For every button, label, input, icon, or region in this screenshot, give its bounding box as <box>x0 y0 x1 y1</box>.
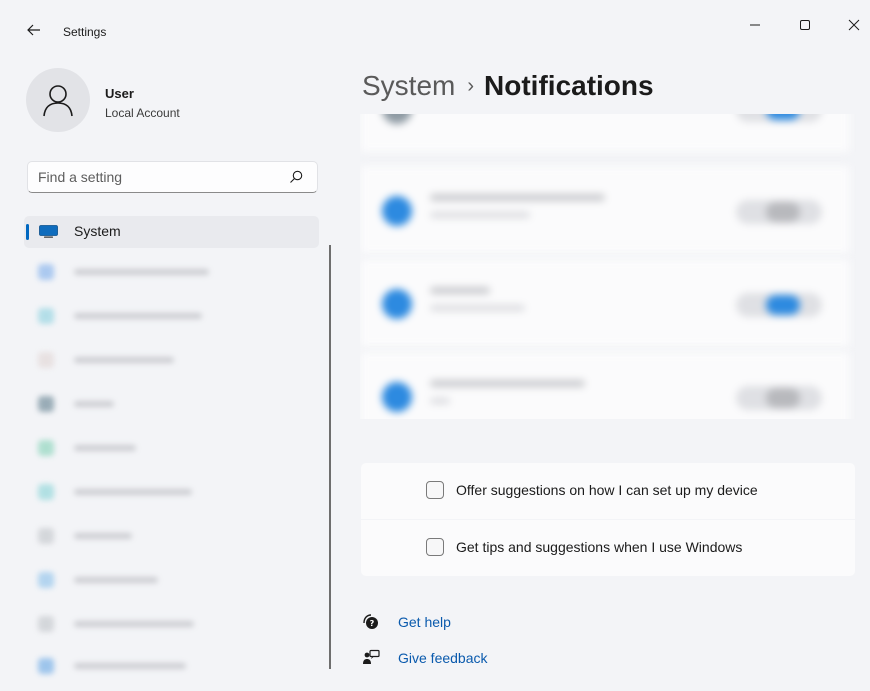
sidebar-item-obscured[interactable] <box>24 347 224 373</box>
arrow-left-icon <box>27 24 40 36</box>
obscured-setting-row[interactable] <box>360 352 850 419</box>
obscured-notification-list <box>360 114 856 419</box>
get-help-link[interactable]: ? Get help <box>362 611 451 633</box>
sidebar-item-obscured[interactable] <box>24 435 224 461</box>
breadcrumb-parent[interactable]: System <box>362 70 455 101</box>
sidebar-item-obscured[interactable] <box>24 523 224 549</box>
tips-suggestions-checkbox[interactable] <box>426 538 444 556</box>
sidebar-item-obscured[interactable] <box>24 479 224 505</box>
svg-text:?: ? <box>370 619 375 628</box>
sidebar-item-obscured[interactable] <box>24 653 224 679</box>
page-title: Notifications <box>484 70 654 101</box>
monitor-icon <box>39 225 58 238</box>
search-input[interactable] <box>28 162 278 192</box>
help-icon: ? <box>363 614 378 629</box>
chevron-right-icon: › <box>467 75 475 97</box>
minimize-button[interactable] <box>741 14 769 36</box>
close-button[interactable] <box>840 14 868 36</box>
feedback-icon <box>363 649 380 664</box>
avatar[interactable] <box>26 68 90 132</box>
maximize-button[interactable] <box>791 14 819 36</box>
checkbox-label[interactable]: Offer suggestions on how I can set up my… <box>456 482 758 498</box>
breadcrumb: System › Notifications <box>362 70 654 102</box>
suggestion-row: Offer suggestions on how I can set up my… <box>361 463 855 519</box>
sidebar-item-obscured[interactable] <box>24 303 224 329</box>
user-name: User <box>105 86 134 101</box>
search-icon[interactable] <box>289 170 303 184</box>
checkbox-label[interactable]: Get tips and suggestions when I use Wind… <box>456 539 742 555</box>
obscured-setting-row[interactable] <box>360 166 850 254</box>
obscured-setting-row[interactable] <box>360 114 850 152</box>
sidebar-item-system[interactable]: System <box>24 216 319 248</box>
person-icon <box>43 85 73 117</box>
offer-suggestions-checkbox[interactable] <box>426 481 444 499</box>
search-box[interactable] <box>27 161 318 193</box>
link-text[interactable]: Give feedback <box>398 650 488 666</box>
maximize-icon <box>800 20 810 30</box>
sidebar-item-obscured[interactable] <box>24 567 224 593</box>
sidebar-item-obscured[interactable] <box>24 611 224 637</box>
back-button[interactable] <box>24 20 44 40</box>
selection-indicator <box>26 224 29 240</box>
obscured-setting-row[interactable] <box>360 259 850 347</box>
suggestion-row: Get tips and suggestions when I use Wind… <box>361 520 855 576</box>
link-text[interactable]: Get help <box>398 614 451 630</box>
minimize-icon <box>750 24 760 26</box>
scrollbar[interactable] <box>329 245 331 669</box>
title-bar: Settings <box>0 0 870 64</box>
sidebar-item-label: System <box>74 223 121 239</box>
give-feedback-link[interactable]: Give feedback <box>362 647 488 669</box>
sidebar-item-obscured[interactable] <box>24 259 224 285</box>
close-icon <box>848 19 860 31</box>
window-title: Settings <box>63 25 107 39</box>
sidebar-item-obscured[interactable] <box>24 391 224 417</box>
account-type: Local Account <box>105 106 180 120</box>
